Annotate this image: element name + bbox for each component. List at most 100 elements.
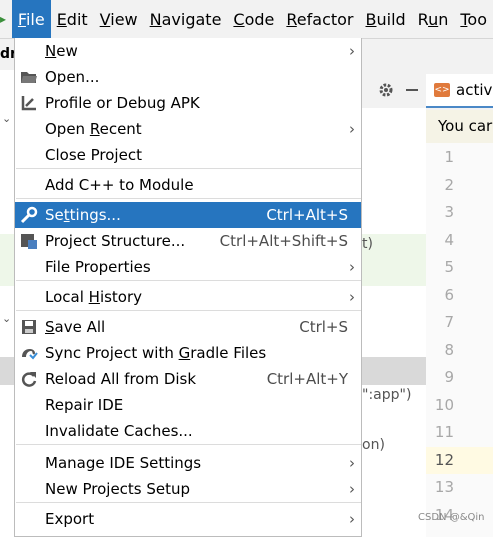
menu-code[interactable]: Code xyxy=(227,0,280,38)
shortcut-label: Ctrl+Alt+Y xyxy=(266,370,348,388)
menu-item-label: Local History xyxy=(45,288,143,306)
editor-notification-banner: You car xyxy=(426,110,493,143)
menu-item-label: Export xyxy=(45,510,95,528)
chevron-down-icon[interactable]: ⌄ xyxy=(2,112,11,125)
chevron-right-icon: › xyxy=(349,42,355,60)
menu-navigate[interactable]: Navigate xyxy=(144,0,228,38)
line-number: 3 xyxy=(444,203,454,221)
menu-item-label: Invalidate Caches... xyxy=(45,422,193,440)
menu-item-label: File Properties xyxy=(45,258,151,276)
build-output-panel xyxy=(362,72,426,537)
shortcut-label: Ctrl+Alt+Shift+S xyxy=(219,232,348,250)
editor-tab-label: activ xyxy=(456,81,493,99)
profile-apk-icon xyxy=(20,94,38,112)
chevron-right-icon: › xyxy=(349,510,355,528)
chevron-right-icon: › xyxy=(349,120,355,138)
menu-edit[interactable]: Edit xyxy=(51,0,94,38)
editor-tab[interactable]: <> activ xyxy=(426,74,493,108)
menu-item-open-recent[interactable]: Open Recent › xyxy=(15,116,361,142)
menu-separator xyxy=(16,168,361,169)
project-structure-icon xyxy=(20,232,38,250)
menu-separator xyxy=(16,280,361,281)
wrench-icon xyxy=(20,206,38,224)
menu-item-project-structure[interactable]: Project Structure... Ctrl+Alt+Shift+S xyxy=(15,228,361,254)
menu-item-reload-all-from-disk[interactable]: Reload All from Disk Ctrl+Alt+Y xyxy=(15,366,361,392)
line-number: 2 xyxy=(444,175,454,194)
menu-file[interactable]: File xyxy=(11,0,51,38)
watermark: CSDN @&Qin xyxy=(418,512,485,523)
reload-icon xyxy=(20,370,38,388)
menu-item-invalidate-caches[interactable]: Invalidate Caches... xyxy=(15,418,361,444)
menu-item-export[interactable]: Export › xyxy=(15,506,361,532)
chevron-right-icon: › xyxy=(349,480,355,498)
xml-file-icon: <> xyxy=(434,83,450,97)
chevron-right-icon: › xyxy=(349,258,355,276)
save-icon xyxy=(20,318,38,336)
line-number: 7 xyxy=(444,313,454,331)
file-menu: New › Open... Profile or Debug APK Open Rece… xyxy=(14,38,362,537)
menu-item-open[interactable]: Open... xyxy=(15,64,361,90)
shortcut-label: Ctrl+S xyxy=(299,318,348,336)
menu-item-label: Project Structure... xyxy=(45,232,186,250)
line-number: 13 xyxy=(434,478,454,496)
menu-separator xyxy=(16,502,361,503)
menu-item-label: Open... xyxy=(45,68,100,86)
menu-item-label: New xyxy=(45,42,78,60)
menu-item-sync-project-with-gradle-files[interactable]: Sync Project with Gradle Files xyxy=(15,340,361,366)
code-fragment: ":app") xyxy=(362,387,412,403)
folder-open-icon xyxy=(20,68,38,86)
menu-too[interactable]: Too xyxy=(454,0,493,38)
menu-item-label: Open Recent xyxy=(45,120,142,138)
menu-item-label: Sync Project with Gradle Files xyxy=(45,344,267,362)
menu-item-profile-or-debug-apk[interactable]: Profile or Debug APK xyxy=(15,90,361,116)
menu-item-label: Profile or Debug APK xyxy=(45,94,200,112)
line-number: 10 xyxy=(434,395,454,414)
menu-item-label: New Projects Setup xyxy=(45,480,191,498)
gear-icon[interactable] xyxy=(378,82,394,98)
menu-separator xyxy=(16,310,361,311)
menu-refactor[interactable]: Refactor xyxy=(280,0,359,38)
menu-item-new[interactable]: New › xyxy=(15,38,361,64)
code-fragment: t) xyxy=(362,236,373,252)
minimize-icon[interactable] xyxy=(404,82,420,98)
shortcut-label: Ctrl+Alt+S xyxy=(266,206,348,224)
chevron-right-icon: › xyxy=(349,454,355,472)
menu-run[interactable]: Run xyxy=(412,0,455,38)
menu-item-close-project[interactable]: Close Project xyxy=(15,142,361,168)
panel-toolbar xyxy=(362,72,426,108)
menu-bar: ▸ File Edit View Navigate Code Refactor Build R… xyxy=(0,0,493,39)
menu-item-repair-ide[interactable]: Repair IDE xyxy=(15,392,361,418)
line-number: 6 xyxy=(444,285,454,304)
menu-item-local-history[interactable]: Local History › xyxy=(15,284,361,310)
line-number: 5 xyxy=(444,258,454,276)
menu-item-manage-ide-settings[interactable]: Manage IDE Settings › xyxy=(15,450,361,476)
line-number: 4 xyxy=(444,230,454,249)
menu-item-label: Reload All from Disk xyxy=(45,370,197,388)
panel-selected-row xyxy=(362,357,426,385)
menu-item-new-projects-setup[interactable]: New Projects Setup › xyxy=(15,476,361,502)
menu-item-label: Repair IDE xyxy=(45,396,124,414)
line-number: 11 xyxy=(434,423,454,441)
menu-item-label: Add C++ to Module xyxy=(45,176,194,194)
menu-item-label: Settings... xyxy=(45,206,121,224)
menu-item-save-all[interactable]: Save All Ctrl+S xyxy=(15,314,361,340)
gradle-sync-icon xyxy=(20,344,38,362)
menu-item-label: Manage IDE Settings xyxy=(45,454,202,472)
line-number: 12 xyxy=(434,450,454,469)
line-number: 8 xyxy=(444,340,454,359)
line-number: 9 xyxy=(444,368,454,386)
menu-item-file-properties[interactable]: File Properties › xyxy=(15,254,361,280)
line-number: 1 xyxy=(444,148,454,166)
code-fragment: on) xyxy=(362,437,385,453)
menu-separator xyxy=(16,198,361,199)
menu-build[interactable]: Build xyxy=(360,0,412,38)
menu-item-add-c++-to-module[interactable]: Add C++ to Module xyxy=(15,172,361,198)
chevron-down-icon[interactable]: ⌄ xyxy=(2,312,11,325)
chevron-right-icon: › xyxy=(349,288,355,306)
menubar-edge: ▸ xyxy=(0,12,7,26)
menu-view[interactable]: View xyxy=(94,0,144,38)
menu-separator xyxy=(16,444,361,445)
menu-item-settings[interactable]: Settings... Ctrl+Alt+S xyxy=(15,202,361,228)
menu-item-label: Close Project xyxy=(45,146,142,164)
menu-item-label: Save All xyxy=(45,318,106,336)
